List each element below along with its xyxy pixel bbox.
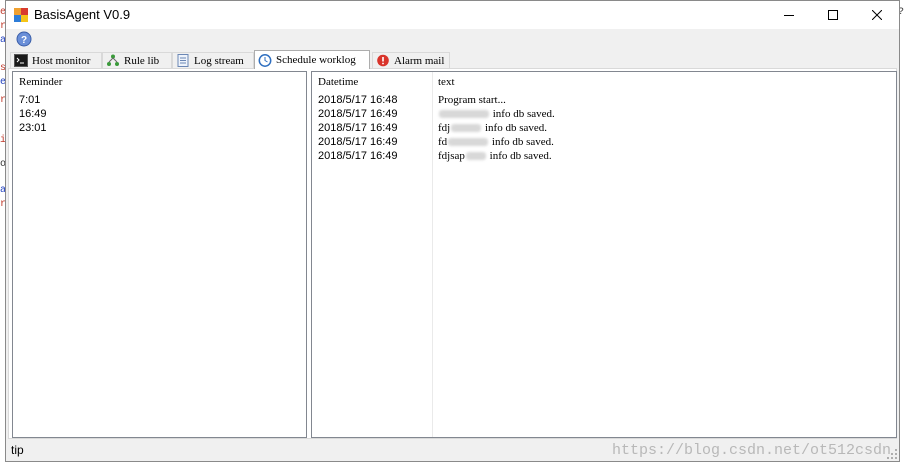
tab-label: Alarm mail <box>394 54 445 67</box>
close-button[interactable] <box>855 1 899 29</box>
row-text: fdjsap info db saved. <box>432 149 552 163</box>
document-icon <box>177 54 189 67</box>
tab-label: Schedule worklog <box>276 54 356 66</box>
tab-alarm-mail[interactable]: Alarm mail <box>372 52 450 68</box>
redacted-blur <box>448 138 489 147</box>
table-row[interactable]: 2018/5/17 16:49 fd info db saved. <box>312 135 896 149</box>
row-text-suffix: info db saved. <box>489 150 552 162</box>
toolbar: ? <box>6 29 899 51</box>
row-text: info db saved. <box>432 107 555 121</box>
worklog-list-header: Datetime text <box>312 72 896 92</box>
tab-label: Log stream <box>194 54 244 67</box>
window-title: BasisAgent V0.9 <box>34 7 131 22</box>
help-icon[interactable]: ? <box>16 31 32 47</box>
redacted-blur <box>451 124 482 133</box>
table-row[interactable]: 2018/5/17 16:48 Program start... <box>312 93 896 107</box>
table-row[interactable]: 2018/5/17 16:49 fdj info db saved. <box>312 121 896 135</box>
app-window: BasisAgent V0.9 ? Host monitor Rule lib … <box>5 0 900 462</box>
status-bar: tip https://blog.csdn.net/ot512csdn <box>6 439 899 461</box>
column-header-reminder[interactable]: Reminder <box>13 72 133 92</box>
tab-label: Rule lib <box>124 54 160 67</box>
reminder-time: 23:01 <box>19 122 47 134</box>
column-header-datetime[interactable]: Datetime <box>312 72 432 92</box>
reminder-list-body: 7:01 16:49 23:01 <box>13 93 306 135</box>
app-logo-icon <box>14 8 28 22</box>
list-item[interactable]: 23:01 <box>13 121 306 135</box>
row-text-suffix: info db saved. <box>484 122 547 134</box>
tab-content-schedule-worklog: Reminder 7:01 16:49 23:01 Datetime text <box>8 68 897 439</box>
maximize-icon <box>828 10 838 20</box>
redacted-blur <box>465 152 486 161</box>
row-text: fd info db saved. <box>432 135 554 149</box>
clock-icon <box>258 53 272 67</box>
worklog-list[interactable]: Datetime text 2018/5/17 16:48 Program st… <box>311 71 897 438</box>
column-header-text[interactable]: text <box>432 72 632 92</box>
row-datetime: 2018/5/17 16:49 <box>318 150 398 162</box>
row-text-suffix: info db saved. <box>492 108 555 120</box>
row-datetime: 2018/5/17 16:48 <box>318 94 398 106</box>
minimize-icon <box>784 15 794 16</box>
table-row[interactable]: 2018/5/17 16:49 info db saved. <box>312 107 896 121</box>
svg-text:?: ? <box>21 35 27 46</box>
row-text-prefix: fdjsap <box>438 150 465 162</box>
row-datetime: 2018/5/17 16:49 <box>318 108 398 120</box>
table-row[interactable]: 2018/5/17 16:49 fdjsap info db saved. <box>312 149 896 163</box>
reminder-time: 16:49 <box>19 108 47 120</box>
reminder-list-header: Reminder <box>13 72 306 92</box>
minimize-button[interactable] <box>767 1 811 29</box>
tree-icon <box>107 54 119 66</box>
tab-strip: Host monitor Rule lib Log stream Schedul… <box>6 50 899 69</box>
tab-label: Host monitor <box>32 54 91 67</box>
status-text: tip <box>11 443 24 457</box>
title-bar[interactable]: BasisAgent V0.9 <box>6 1 899 29</box>
list-item[interactable]: 7:01 <box>13 93 306 107</box>
close-icon <box>872 10 882 20</box>
tab-rule-lib[interactable]: Rule lib <box>102 52 172 68</box>
row-text: fdj info db saved. <box>432 121 547 135</box>
watermark-text: https://blog.csdn.net/ot512csdn <box>611 442 891 459</box>
reminder-time: 7:01 <box>19 94 41 106</box>
row-text: Program start... <box>432 93 506 107</box>
reminder-list[interactable]: Reminder 7:01 16:49 23:01 <box>12 71 307 438</box>
row-text-prefix: fdj <box>438 122 451 134</box>
maximize-button[interactable] <box>811 1 855 29</box>
tab-log-stream[interactable]: Log stream <box>172 52 254 68</box>
terminal-icon <box>14 54 28 67</box>
row-text-prefix: fd <box>438 136 448 148</box>
resize-grip-icon[interactable] <box>886 448 898 460</box>
tab-schedule-worklog[interactable]: Schedule worklog <box>254 50 370 69</box>
tab-host-monitor[interactable]: Host monitor <box>10 52 102 68</box>
redacted-blur <box>439 110 489 119</box>
list-item[interactable]: 16:49 <box>13 107 306 121</box>
row-text-prefix: Program start... <box>438 94 506 106</box>
worklog-list-body: 2018/5/17 16:48 Program start... 2018/5/… <box>312 93 896 163</box>
row-text-suffix: info db saved. <box>491 136 554 148</box>
row-datetime: 2018/5/17 16:49 <box>318 136 398 148</box>
alert-icon <box>377 54 389 67</box>
row-datetime: 2018/5/17 16:49 <box>318 122 398 134</box>
